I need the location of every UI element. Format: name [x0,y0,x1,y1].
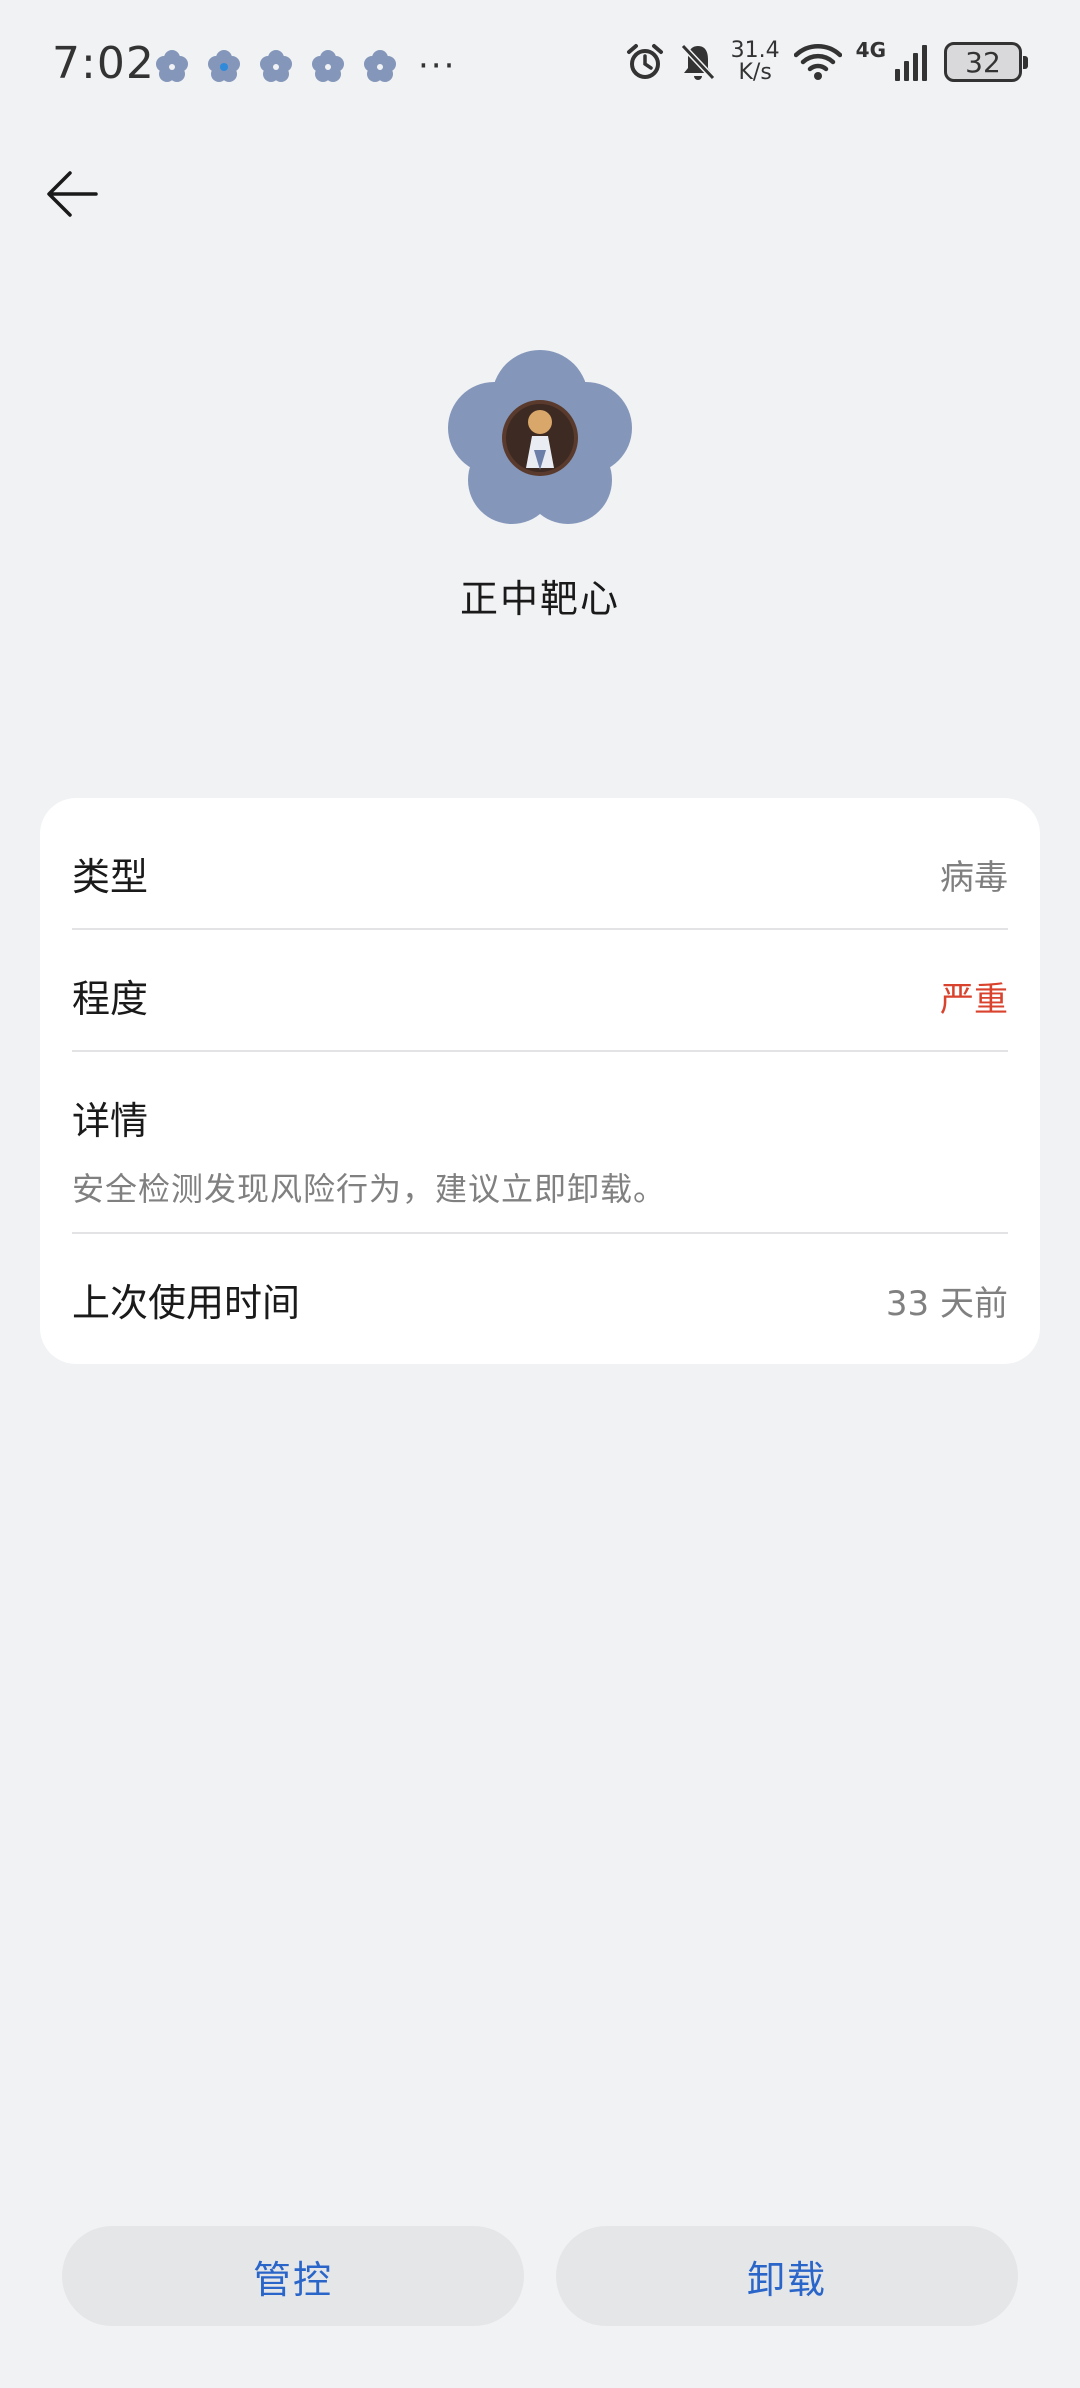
type-value: 病毒 [940,858,1008,898]
app-icon [448,350,632,524]
detail-text: 安全检测发现风险行为，建议立即卸载。 [72,1170,667,1208]
wifi-icon [793,43,842,81]
network-speed-unit: K/s [738,60,772,85]
status-bar: 7:02 ··· 31.4 K/s 4G 32 [0,0,1080,132]
battery-indicator: 32 [944,42,1028,82]
flower-icon [364,50,396,82]
flower-icon [312,50,344,82]
notification-icons: ··· [154,48,456,84]
network-speed-value: 31.4 [730,38,780,63]
flower-icon [156,50,188,82]
status-time: 7:02 [52,38,155,89]
network-type: 4G [855,38,886,62]
control-button[interactable]: 管控 [62,2226,524,2326]
severity-label: 程度 [72,977,149,1021]
signal-icon [894,43,930,81]
mute-bell-icon [679,42,717,82]
system-icons: 31.4 K/s 4G 32 [625,38,1028,84]
flower-icon [208,50,240,82]
detail-row: 详情 安全检测发现风险行为，建议立即卸载。 [72,1090,1008,1220]
flower-icon [260,50,292,82]
back-button[interactable] [36,158,108,230]
divider [72,1050,1008,1052]
divider [72,928,1008,930]
type-label: 类型 [72,855,149,899]
uninstall-button[interactable]: 卸载 [556,2226,1018,2326]
screen: 7:02 ··· 31.4 K/s 4G 32 正中靶心 类型 病毒 程度 严重… [0,0,1080,2388]
detail-label: 详情 [72,1099,149,1143]
network-speed: 31.4 K/s [731,40,780,84]
divider [72,1232,1008,1234]
last-used-row: 上次使用时间 33 天前 [72,1272,1008,1325]
last-used-value: 33 天前 [885,1284,1008,1324]
severity-row: 程度 严重 [72,968,1008,1021]
detail-card: 类型 病毒 程度 严重 详情 安全检测发现风险行为，建议立即卸载。 上次使用时间… [40,798,1040,1364]
more-notifications-icon: ··· [418,46,457,86]
back-arrow-icon [47,171,98,217]
type-row: 类型 病毒 [72,846,1008,899]
last-used-label: 上次使用时间 [72,1281,301,1325]
alarm-icon [625,42,665,82]
app-name: 正中靶心 [459,577,620,621]
severity-value: 严重 [940,980,1008,1020]
